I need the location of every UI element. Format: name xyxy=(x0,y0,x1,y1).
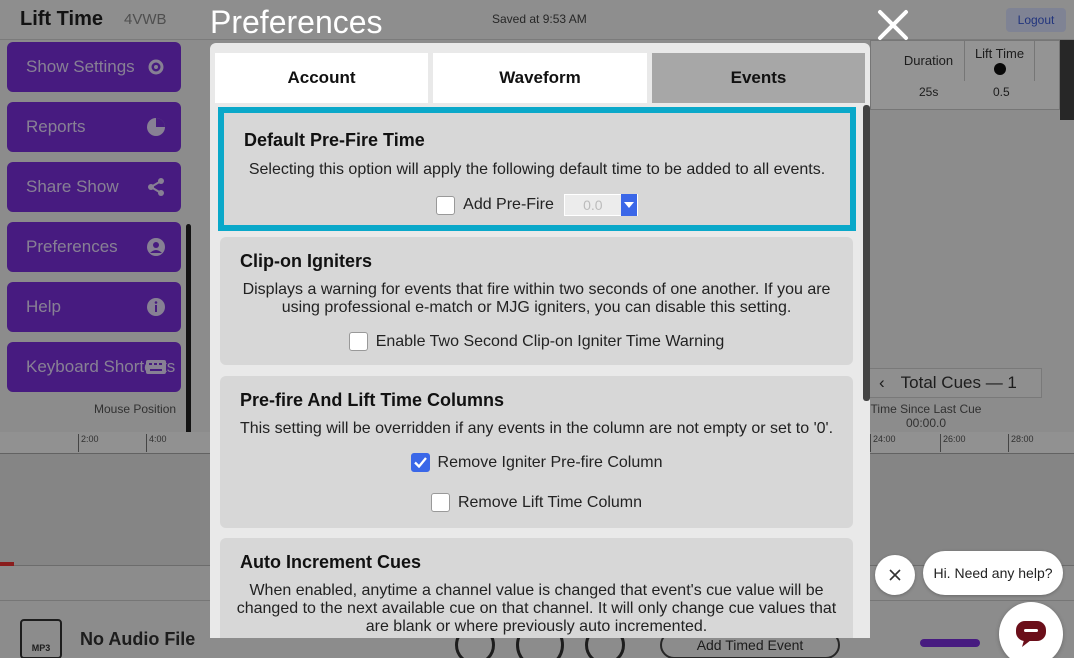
section-title: Default Pre-Fire Time xyxy=(244,130,425,150)
pre-fire-time-value: 0.0 xyxy=(583,197,603,213)
remove-prefire-option: Remove Igniter Pre-fire Column xyxy=(220,453,853,472)
chat-dismiss-button[interactable] xyxy=(875,555,915,595)
pre-fire-section: Default Pre-Fire Time Selecting this opt… xyxy=(218,107,856,231)
add-pre-fire-checkbox[interactable] xyxy=(436,195,456,215)
auto-increment-section: Auto Increment Cues When enabled, anytim… xyxy=(220,538,853,638)
checkmark-icon xyxy=(413,457,427,468)
close-icon[interactable] xyxy=(874,6,912,44)
section-description: This setting will be overridden if any e… xyxy=(239,420,834,437)
remove-lift-time-label: Remove Lift Time Column xyxy=(457,493,643,511)
remove-lift-time-checkbox[interactable] xyxy=(430,493,450,512)
section-title: Auto Increment Cues xyxy=(240,552,422,572)
section-description: When enabled, anytime a channel value is… xyxy=(236,582,837,635)
clip-on-section: Clip-on Igniters Displays a warning for … xyxy=(220,237,853,365)
columns-section: Pre-fire And Lift Time Columns This sett… xyxy=(220,376,853,528)
tab-account[interactable]: Account xyxy=(215,53,428,103)
remove-prefire-label: Remove Igniter Pre-fire Column xyxy=(437,453,663,471)
remove-prefire-checkbox[interactable] xyxy=(410,453,430,472)
section-title: Pre-fire And Lift Time Columns xyxy=(240,390,505,410)
clip-on-option: Enable Two Second Clip-on Igniter Time W… xyxy=(220,332,853,351)
close-icon xyxy=(889,569,901,581)
clip-on-warning-label: Enable Two Second Clip-on Igniter Time W… xyxy=(375,332,725,350)
add-pre-fire-label: Add Pre-Fire xyxy=(463,196,554,213)
remove-lift-time-option: Remove Lift Time Column xyxy=(220,493,853,512)
chevron-down-icon xyxy=(620,194,637,216)
section-title: Clip-on Igniters xyxy=(240,251,372,271)
tab-bar: Account Waveform Events xyxy=(210,43,870,105)
tab-waveform[interactable]: Waveform xyxy=(433,53,647,103)
chat-greeting[interactable]: Hi. Need any help? xyxy=(923,551,1063,595)
chat-launcher-button[interactable] xyxy=(999,602,1063,658)
section-description: Displays a warning for events that fire … xyxy=(242,281,831,316)
events-settings: Default Pre-Fire Time Selecting this opt… xyxy=(210,105,870,638)
modal-title: Preferences xyxy=(210,4,383,40)
section-description: Selecting this option will apply the fol… xyxy=(248,161,826,178)
clip-on-warning-checkbox[interactable] xyxy=(348,332,368,351)
modal-scrollbar[interactable] xyxy=(863,105,870,401)
pre-fire-option: Add Pre-Fire 0.0 xyxy=(224,194,850,216)
tab-events[interactable]: Events xyxy=(652,53,865,103)
pre-fire-time-select[interactable]: 0.0 xyxy=(563,194,638,216)
preferences-modal: Account Waveform Events Default Pre-Fire… xyxy=(210,43,870,638)
chat-icon xyxy=(1016,621,1046,647)
